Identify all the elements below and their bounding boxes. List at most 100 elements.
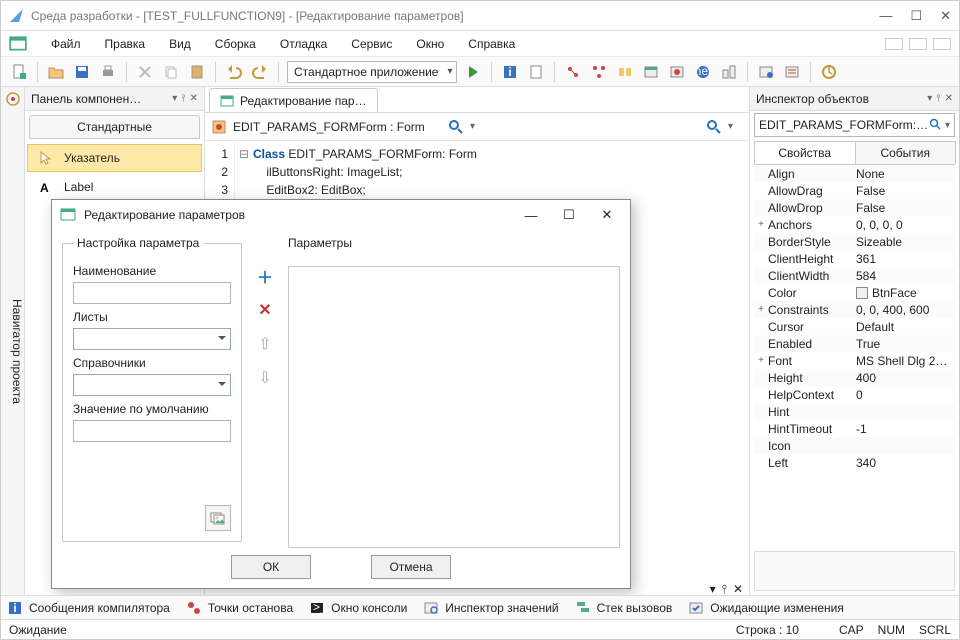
dialog-titlebar[interactable]: Редактирование параметров — ☐ ✕ [52, 200, 630, 230]
panel-menu-icon[interactable]: ▾ [927, 93, 932, 104]
menu-build[interactable]: Сборка [205, 34, 266, 54]
editor-tab[interactable]: Редактирование пар… [209, 88, 378, 112]
inspector-tab-events[interactable]: События [855, 141, 957, 164]
browse-button[interactable] [205, 505, 231, 531]
property-row[interactable]: ColorBtnFace [754, 284, 955, 301]
tool-4[interactable] [641, 62, 661, 82]
save-button[interactable] [72, 62, 92, 82]
remove-param-button[interactable]: ✕ [255, 300, 275, 320]
refs-combo[interactable] [73, 374, 231, 396]
menu-file[interactable]: Файл [41, 34, 91, 54]
inspector-tab-props[interactable]: Свойства [754, 141, 856, 164]
search-icon-2[interactable] [706, 119, 722, 135]
tab-console[interactable]: >_Окно консоли [309, 600, 407, 616]
tool-8[interactable] [756, 62, 776, 82]
menu-service[interactable]: Сервис [341, 34, 402, 54]
menu-edit[interactable]: Правка [95, 34, 156, 54]
property-row[interactable]: +FontMS Shell Dlg 2… [754, 352, 955, 369]
component-item-pointer[interactable]: Указатель [27, 144, 202, 172]
tool-10[interactable] [819, 62, 839, 82]
undo-button[interactable] [224, 62, 244, 82]
property-row[interactable]: HintTimeout-1 [754, 420, 955, 437]
property-row[interactable]: Hint [754, 403, 955, 420]
panel-pin-icon[interactable]: ⫯ [181, 93, 185, 104]
cancel-button[interactable]: Отмена [371, 555, 451, 579]
property-row[interactable]: ClientHeight361 [754, 250, 955, 267]
tool-9[interactable] [782, 62, 802, 82]
tool-2[interactable] [589, 62, 609, 82]
property-row[interactable]: AllowDragFalse [754, 182, 955, 199]
tab-value-inspector[interactable]: Инспектор значений [423, 600, 558, 616]
tab-pending-changes[interactable]: Ожидающие изменения [688, 600, 844, 616]
menu-window[interactable]: Окно [406, 34, 454, 54]
panel-pin-icon[interactable]: ⫯ [936, 93, 940, 104]
property-row[interactable]: EnabledTrue [754, 335, 955, 352]
new-file-button[interactable] [9, 62, 29, 82]
sheets-combo[interactable] [73, 328, 231, 350]
panel-pin-icon[interactable]: ⫯ [722, 582, 727, 594]
project-navigator-strip[interactable]: Навигатор проекта [1, 87, 25, 595]
component-item-label[interactable]: A Label [27, 173, 202, 201]
property-row[interactable]: ClientWidth584 [754, 267, 955, 284]
menu-help[interactable]: Справка [458, 34, 525, 54]
mdi-min-icon[interactable] [885, 38, 903, 50]
maximize-button[interactable]: ☐ [910, 8, 922, 24]
move-down-button[interactable]: ⇩ [255, 368, 275, 388]
tab-breakpoints[interactable]: Точки останова [186, 600, 293, 616]
crumb-dropdown-icon-2[interactable]: ▾ [728, 121, 733, 132]
move-up-button[interactable]: ⇧ [255, 334, 275, 354]
property-row[interactable]: CursorDefault [754, 318, 955, 335]
property-row[interactable]: AlignNone [754, 165, 955, 182]
panel-menu-icon[interactable]: ▾ [710, 582, 716, 594]
mdi-close-icon[interactable] [933, 38, 951, 50]
menu-view[interactable]: Вид [159, 34, 201, 54]
minimize-button[interactable]: — [879, 8, 892, 24]
tool-7[interactable] [719, 62, 739, 82]
tool-1[interactable] [563, 62, 583, 82]
inspector-object-combo[interactable]: EDIT_PARAMS_FORMForm: Form ▾ [754, 113, 955, 137]
property-row[interactable]: +Anchors0, 0, 0, 0 [754, 216, 955, 233]
default-input[interactable] [73, 420, 231, 442]
tool-3[interactable] [615, 62, 635, 82]
panel-close-icon[interactable]: ✕ [190, 93, 198, 104]
property-row[interactable]: BorderStyleSizeable [754, 233, 955, 250]
close-button[interactable]: ✕ [940, 8, 951, 24]
panel-close-icon[interactable]: ✕ [945, 93, 953, 104]
mdi-restore-icon[interactable] [909, 38, 927, 50]
property-row[interactable]: +Constraints0, 0, 400, 600 [754, 301, 955, 318]
run-button[interactable] [463, 62, 483, 82]
open-button[interactable] [46, 62, 66, 82]
tool-5[interactable] [667, 62, 687, 82]
redo-button[interactable] [250, 62, 270, 82]
tab-call-stack[interactable]: Стек вызовов [575, 600, 673, 616]
paste-button[interactable] [187, 62, 207, 82]
crumb-dropdown-icon[interactable]: ▾ [470, 121, 475, 132]
ok-button[interactable]: ОК [231, 555, 311, 579]
property-row[interactable]: HelpContext0 [754, 386, 955, 403]
print-button[interactable] [98, 62, 118, 82]
name-input[interactable] [73, 282, 231, 304]
add-param-button[interactable]: ＋ [255, 266, 275, 286]
copy-button[interactable] [161, 62, 181, 82]
component-tab-standard[interactable]: Стандартные [29, 115, 200, 139]
tool-6[interactable]: net [693, 62, 713, 82]
dialog-close-button[interactable]: ✕ [592, 207, 622, 223]
app-type-combo[interactable]: Стандартное приложение [287, 61, 457, 83]
property-row[interactable]: Left340 [754, 454, 955, 471]
property-row[interactable]: Icon [754, 437, 955, 454]
params-list[interactable] [288, 266, 620, 548]
property-row[interactable]: AllowDropFalse [754, 199, 955, 216]
tab-compiler-messages[interactable]: iСообщения компилятора [7, 600, 170, 616]
search-icon[interactable] [448, 119, 464, 135]
panel-close-icon[interactable]: ✕ [733, 582, 743, 594]
cut-button[interactable] [135, 62, 155, 82]
property-row[interactable]: Height400 [754, 369, 955, 386]
dialog-min-button[interactable]: — [516, 208, 546, 223]
menu-debug[interactable]: Отладка [270, 34, 337, 54]
property-grid[interactable]: AlignNoneAllowDragFalseAllowDropFalse+An… [754, 165, 955, 547]
editor-crumb[interactable]: EDIT_PARAMS_FORMForm : Form [233, 120, 442, 134]
doc-button[interactable] [526, 62, 546, 82]
panel-menu-icon[interactable]: ▾ [172, 93, 177, 104]
dialog-max-button[interactable]: ☐ [554, 207, 584, 223]
info-button[interactable]: i [500, 62, 520, 82]
